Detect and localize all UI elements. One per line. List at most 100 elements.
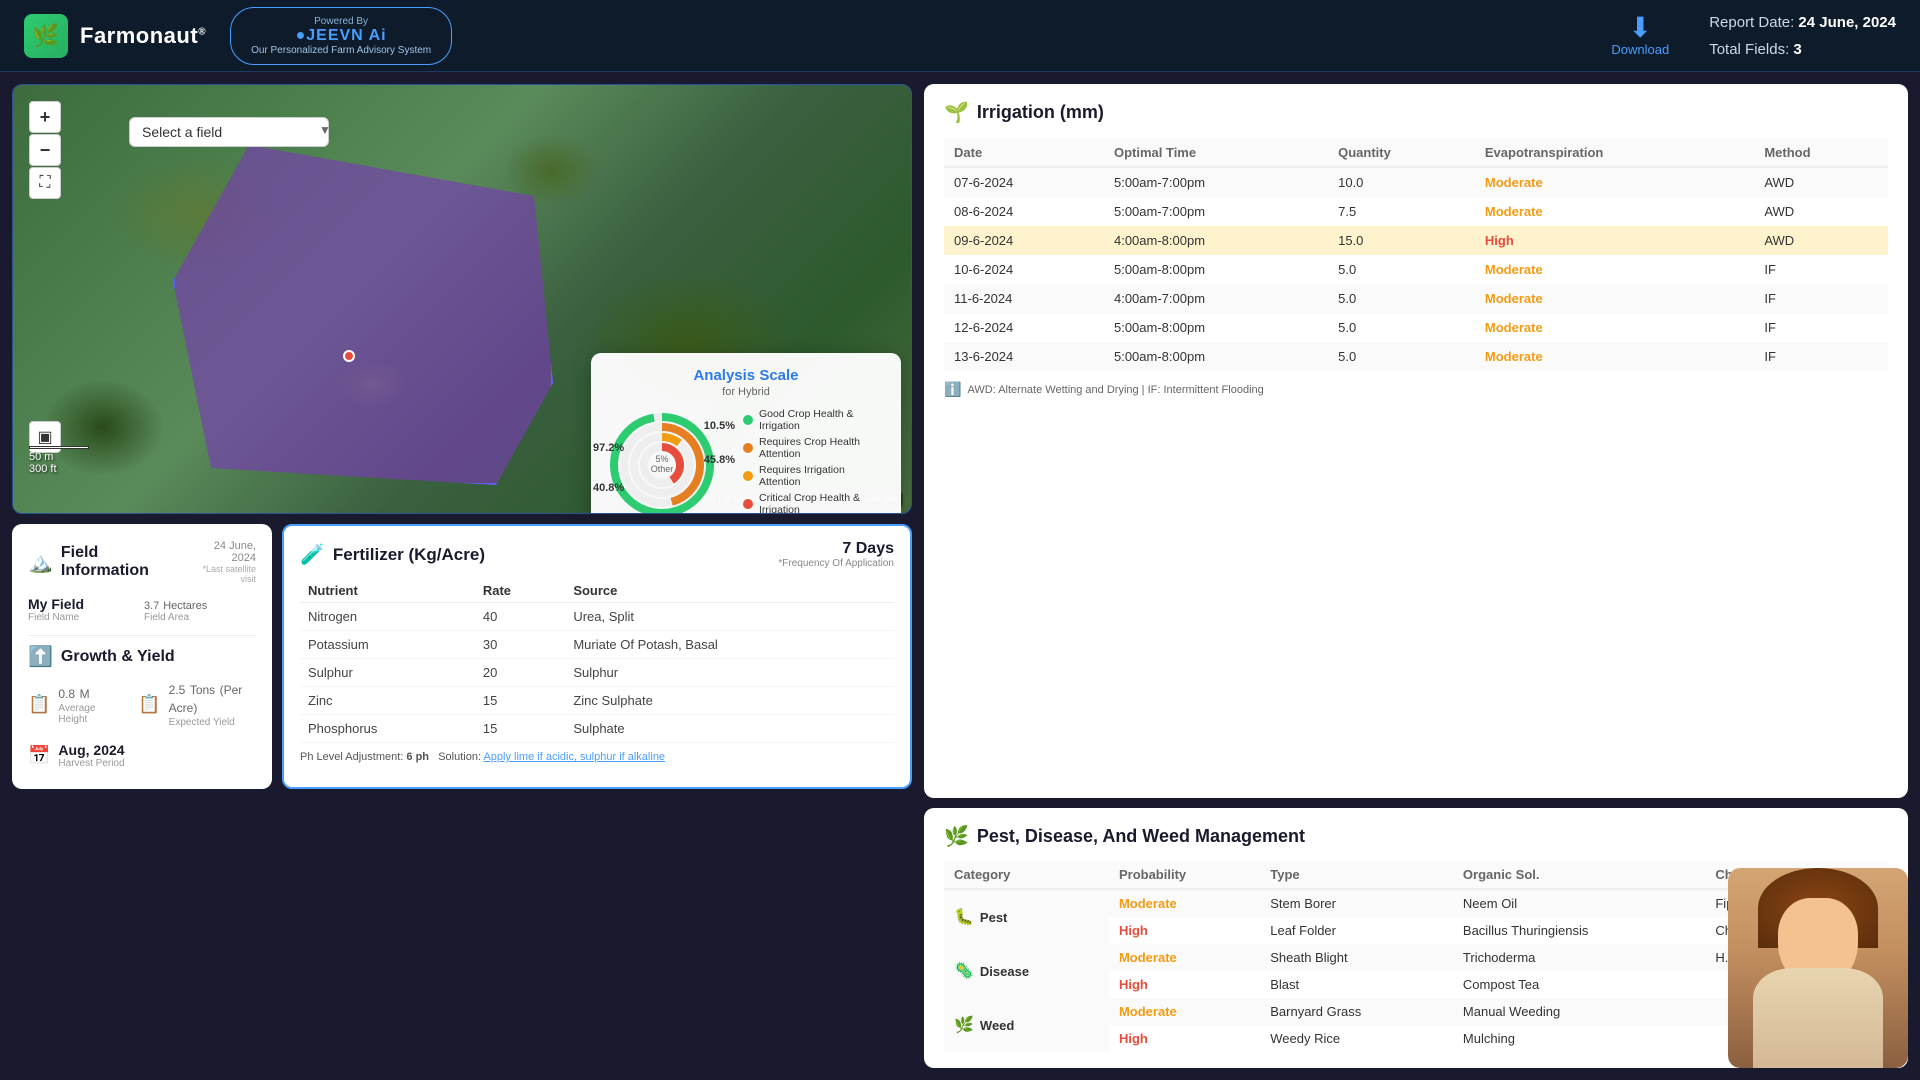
irr-date: 07-6-2024 [944, 167, 1104, 197]
irr-qty: 5.0 [1328, 284, 1475, 313]
pest-organic: Manual Weeding [1453, 998, 1705, 1025]
pest-col-category: Category [944, 861, 1109, 889]
pct-10-label: 10.5% [704, 420, 735, 432]
svg-text:Other: Other [651, 464, 674, 474]
map-container: + − ⛶ ▣ Select a field ▼ 50 m 300 ft [12, 84, 912, 514]
avatar-container [1728, 868, 1908, 1068]
irr-method: IF [1754, 255, 1888, 284]
yield-icon: 📋 [138, 694, 160, 715]
fert-rate: 30 [475, 631, 565, 659]
irr-et: Moderate [1475, 342, 1754, 371]
field-select[interactable]: Select a field [129, 117, 329, 147]
pest-prob: High [1109, 917, 1260, 944]
pest-type: Weedy Rice [1260, 1025, 1453, 1052]
irr-row: 10-6-2024 5:00am-8:00pm 5.0 Moderate IF [944, 255, 1888, 284]
pest-category: 🐛 Pest [944, 889, 1109, 944]
irr-header: 🌱 Irrigation (mm) [944, 100, 1888, 125]
fert-icon: 🧪 [300, 542, 325, 567]
irr-qty: 5.0 [1328, 342, 1475, 371]
scale-feet: 300 ft [29, 463, 89, 475]
pct-97-label: 97.2% [593, 442, 624, 454]
irr-row: 12-6-2024 5:00am-8:00pm 5.0 Moderate IF [944, 313, 1888, 342]
growth-header: ⬆️ Growth & Yield [28, 644, 256, 669]
irr-date: 08-6-2024 [944, 197, 1104, 226]
map-background: + − ⛶ ▣ Select a field ▼ 50 m 300 ft [13, 85, 911, 513]
field-info-header: 🏔️ Field Information 24 June, 2024 *Last… [28, 540, 256, 584]
irr-qty: 5.0 [1328, 255, 1475, 284]
pest-col-probability: Probability [1109, 861, 1260, 889]
pest-header: 🌿 Pest, Disease, And Weed Management [944, 824, 1888, 849]
fert-ph-value: 6 ph [406, 751, 429, 763]
irr-method: IF [1754, 342, 1888, 371]
field-polygon [173, 145, 553, 485]
irr-date: 09-6-2024 [944, 226, 1104, 255]
field-info-title-area: 🏔️ Field Information [28, 544, 186, 580]
pest-prob: High [1109, 971, 1260, 998]
harvest-value: Aug, 2024 [58, 742, 124, 758]
fert-col-rate: Rate [475, 579, 565, 603]
irr-qty: 15.0 [1328, 226, 1475, 255]
fert-ph-label: Ph Level Adjustment: [300, 751, 403, 763]
fert-nutrient: Potassium [300, 631, 475, 659]
irr-info-icon: ℹ️ [944, 381, 961, 398]
pest-category: 🌿 Weed [944, 998, 1109, 1052]
field-marker [343, 350, 355, 362]
pest-category: 🦠 Disease [944, 944, 1109, 998]
irr-time: 4:00am-7:00pm [1104, 284, 1328, 313]
avatar-image [1728, 868, 1908, 1068]
divider [28, 635, 256, 636]
jeevn-brand-label: ●JEEVN Ai [296, 27, 387, 45]
pest-type: Barnyard Grass [1260, 998, 1453, 1025]
legend-items: Good Crop Health & Irrigation Requires C… [743, 408, 885, 513]
fert-days: 7 Days *Frequency Of Application [778, 540, 894, 569]
irr-et: Moderate [1475, 167, 1754, 197]
field-info-title: Field Information [61, 544, 186, 580]
zoom-out-button[interactable]: − [29, 134, 61, 166]
fert-rate: 40 [475, 603, 565, 631]
download-button[interactable]: ⬇ Download [1611, 14, 1669, 57]
height-value: 0.8 M [58, 685, 114, 703]
irr-date: 12-6-2024 [944, 313, 1104, 342]
fert-note: Ph Level Adjustment: 6 ph Solution: Appl… [300, 751, 894, 763]
zoom-in-button[interactable]: + [29, 101, 61, 133]
field-info-icon: 🏔️ [28, 550, 53, 575]
irr-footer: ℹ️ AWD: Alternate Wetting and Drying | I… [944, 381, 1888, 398]
scale-bar [29, 446, 89, 449]
category-label: Weed [980, 1018, 1014, 1033]
irr-et: Moderate [1475, 255, 1754, 284]
logo-icon: 🌿 [24, 14, 68, 58]
irr-et: Moderate [1475, 313, 1754, 342]
field-name-sub: Field Name [28, 612, 140, 623]
irr-time: 5:00am-8:00pm [1104, 255, 1328, 284]
fert-row: Nitrogen 40 Urea, Split [300, 603, 894, 631]
fert-table: Nutrient Rate Source Nitrogen 40 Urea, S… [300, 579, 894, 743]
irr-row: 08-6-2024 5:00am-7:00pm 7.5 Moderate AWD [944, 197, 1888, 226]
legend-item-crop-health: Requires Crop Health Attention [743, 436, 885, 460]
pest-type: Stem Borer [1260, 889, 1453, 917]
download-icon: ⬇ [1629, 14, 1652, 42]
irr-method: IF [1754, 313, 1888, 342]
legend-item-good: Good Crop Health & Irrigation [743, 408, 885, 432]
height-item: 📋 0.8 M Average Height [28, 681, 114, 728]
bottom-row: 🏔️ Field Information 24 June, 2024 *Last… [12, 524, 912, 789]
pest-type: Leaf Folder [1260, 917, 1453, 944]
yield-value: 2.5 Tons (Per Acre) [169, 681, 256, 717]
download-label: Download [1611, 42, 1669, 57]
irr-col-date: Date [944, 139, 1104, 167]
pest-prob: High [1109, 1025, 1260, 1052]
irr-et: Moderate [1475, 197, 1754, 226]
irr-row: 11-6-2024 4:00am-7:00pm 5.0 Moderate IF [944, 284, 1888, 313]
logo-text: Farmonaut® [80, 23, 206, 49]
scale-meters: 50 m [29, 451, 89, 463]
map-scale: 50 m 300 ft [29, 446, 89, 475]
irr-row: 13-6-2024 5:00am-8:00pm 5.0 Moderate IF [944, 342, 1888, 371]
logo-area: 🌿 Farmonaut® [24, 14, 206, 58]
analysis-subtitle: for Hybrid [607, 386, 885, 398]
jeevn-badge: Powered By ●JEEVN Ai Our Personalized Fa… [230, 7, 452, 65]
pct-40-label: 40.8% [593, 482, 624, 494]
legend-item-irrigation: Requires Irrigation Attention [743, 464, 885, 488]
pest-organic: Mulching [1453, 1025, 1705, 1052]
category-label: Disease [980, 964, 1029, 979]
fert-row: Sulphur 20 Sulphur [300, 659, 894, 687]
fullscreen-button[interactable]: ⛶ [29, 167, 61, 199]
